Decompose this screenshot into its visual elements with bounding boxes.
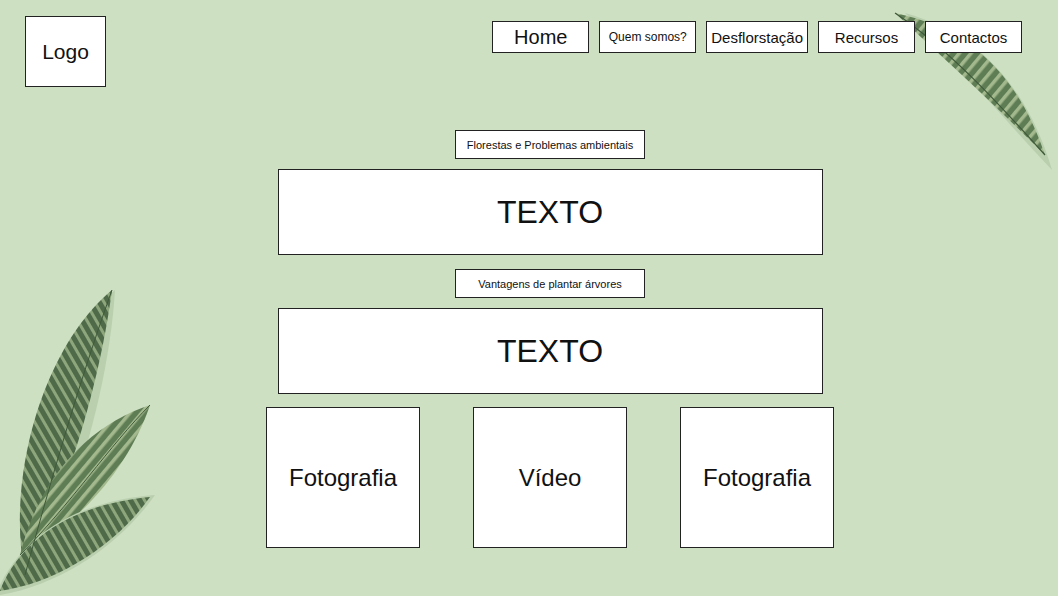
nav-button[interactable]: Quem somos? xyxy=(599,21,696,53)
nav-button[interactable]: Desflorstação xyxy=(706,21,808,53)
section-title: Vantagens de plantar árvores xyxy=(455,269,645,298)
media-box[interactable]: Fotografia xyxy=(266,407,420,548)
content: Logo Home Quem somos? Desflorstação Recursos… xyxy=(0,0,1058,548)
header: Logo Home Quem somos? Desflorstação Recursos… xyxy=(0,0,1058,87)
nav-button[interactable]: Home xyxy=(492,21,589,53)
section: Vantagens de plantar árvores TEXTO xyxy=(278,269,823,394)
media-box[interactable]: Vídeo xyxy=(473,407,627,548)
page: Logo Home Quem somos? Desflorstação Recursos… xyxy=(0,0,1058,596)
nav-button[interactable]: Recursos xyxy=(818,21,915,53)
section: Florestas e Problemas ambientais TEXTO xyxy=(278,130,823,255)
media-row: Fotografia Vídeo Fotografia xyxy=(266,407,834,548)
nav-bar: Home Quem somos? Desflorstação Recursos Cont… xyxy=(492,16,1022,53)
leaf-bottom-icon xyxy=(0,285,170,596)
logo[interactable]: Logo xyxy=(25,16,106,87)
text-box: TEXTO xyxy=(278,169,823,255)
main: Florestas e Problemas ambientaisTEXTOVan… xyxy=(0,87,1058,548)
nav-button[interactable]: Contactos xyxy=(925,21,1022,53)
section-title: Florestas e Problemas ambientais xyxy=(455,130,645,159)
media-box[interactable]: Fotografia xyxy=(680,407,834,548)
text-box: TEXTO xyxy=(278,308,823,394)
